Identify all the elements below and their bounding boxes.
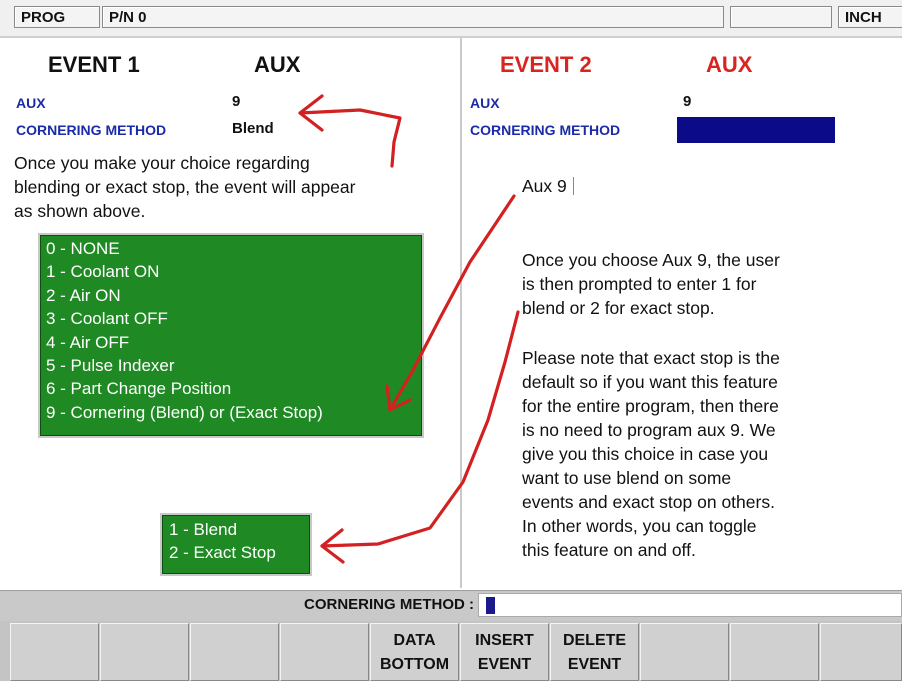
softkey-8[interactable] — [640, 623, 729, 681]
cornering-method-input[interactable] — [478, 593, 902, 617]
softkey-10[interactable] — [820, 623, 902, 681]
softkey-label: EVENT — [477, 656, 532, 673]
softkey-label: EVENT — [567, 656, 622, 673]
softkey-label: DELETE — [562, 632, 627, 649]
softkey-1[interactable] — [10, 623, 99, 681]
insert-event-button[interactable]: INSERT EVENT — [460, 623, 549, 681]
delete-event-button[interactable]: DELETE EVENT — [550, 623, 639, 681]
softkey-label: DATA — [393, 632, 436, 649]
softkey-label: INSERT — [475, 632, 534, 649]
input-prompt-label: CORNERING METHOD : — [304, 596, 474, 613]
softkey-4[interactable] — [280, 623, 369, 681]
softkey-9[interactable] — [730, 623, 819, 681]
arrow-to-blend-value — [298, 108, 402, 168]
input-cursor — [486, 597, 495, 614]
data-bottom-button[interactable]: DATA BOTTOM — [370, 623, 459, 681]
arrow-to-cornering-options — [320, 310, 520, 548]
softkey-2[interactable] — [100, 623, 189, 681]
arrow-to-option-9 — [388, 194, 516, 412]
softkey-label: BOTTOM — [379, 656, 450, 673]
annotation-arrows — [298, 94, 520, 564]
softkey-3[interactable] — [190, 623, 279, 681]
